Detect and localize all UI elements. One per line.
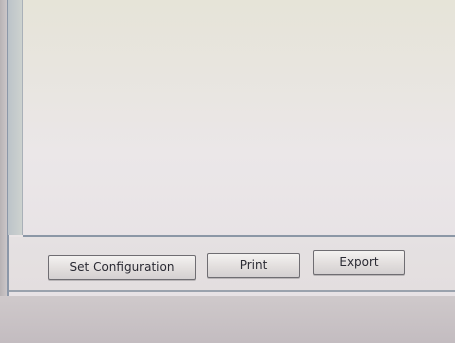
content-area: [23, 0, 455, 237]
export-button[interactable]: Export: [313, 250, 405, 275]
desk-area: [0, 296, 455, 343]
left-panel-edge: [8, 0, 23, 235]
monitor-bezel: [0, 0, 7, 296]
set-configuration-button[interactable]: Set Configuration: [48, 255, 196, 280]
print-button[interactable]: Print: [207, 253, 300, 278]
